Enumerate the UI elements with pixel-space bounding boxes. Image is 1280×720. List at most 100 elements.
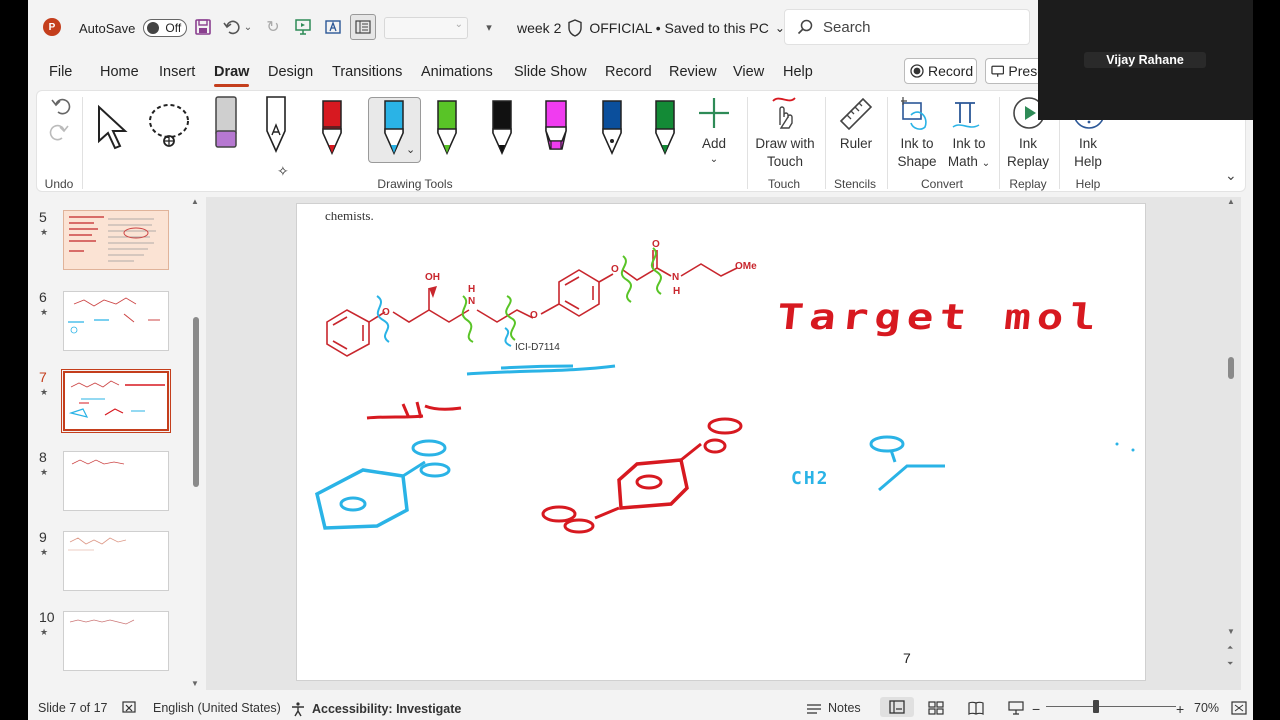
previous-slide-icon[interactable]: ⏶ xyxy=(1227,643,1233,653)
thumbnail-scrollbar[interactable]: ▲ ▼ xyxy=(191,197,201,690)
thumbnail-preview xyxy=(71,459,125,465)
select-arrow-icon xyxy=(98,104,128,150)
tab-animations[interactable]: Animations xyxy=(421,64,493,80)
tab-home[interactable]: Home xyxy=(100,64,139,80)
text-box-icon[interactable] xyxy=(322,16,344,38)
slide-thumbnail-9[interactable] xyxy=(63,531,169,591)
slide-show-button[interactable] xyxy=(1008,701,1024,715)
scroll-down-arrow-icon[interactable]: ▼ xyxy=(191,679,199,688)
tab-slide-show[interactable]: Slide Show xyxy=(514,64,587,80)
editor-scrollbar[interactable]: ▲ ▼ ⏶ ⏷ xyxy=(1226,197,1236,690)
font-size-combo[interactable]: ⌄ xyxy=(384,17,468,39)
next-slide-icon[interactable]: ⏷ xyxy=(1227,659,1233,669)
scroll-up-arrow-icon[interactable]: ▲ xyxy=(1227,197,1235,206)
slideshow-from-start-icon[interactable] xyxy=(292,16,314,38)
ruler-button[interactable] xyxy=(837,95,875,138)
slide-thumbnail-10[interactable] xyxy=(63,611,169,671)
fit-slide-icon[interactable] xyxy=(1231,701,1247,715)
scroll-down-arrow-icon[interactable]: ▼ xyxy=(1227,627,1235,636)
accessibility-button[interactable]: Accessibility: Investigate xyxy=(290,701,461,717)
slide-number: 6 xyxy=(39,289,47,305)
hand-drawn-ring xyxy=(617,458,689,510)
tab-view[interactable]: View xyxy=(733,64,764,80)
record-button[interactable]: Record xyxy=(904,58,977,84)
slide-thumbnail-7-selected[interactable] xyxy=(61,369,171,433)
hand-drawn-oxygen xyxy=(703,438,727,454)
tab-insert[interactable]: Insert xyxy=(159,64,195,80)
undo-icon[interactable] xyxy=(221,16,243,38)
zoom-out-icon[interactable]: − xyxy=(1032,701,1040,717)
zoom-slider[interactable] xyxy=(1046,706,1176,707)
touch-hand-icon xyxy=(772,97,796,129)
zoom-level[interactable]: 70% xyxy=(1194,701,1219,715)
customize-toolbar-icon[interactable]: ▾ xyxy=(478,16,500,38)
ink-to-shape-button[interactable] xyxy=(899,95,933,138)
ribbon-redo-icon xyxy=(49,124,69,141)
layout-icon[interactable] xyxy=(350,14,376,40)
undo-button[interactable] xyxy=(49,95,71,122)
slide-thumbnail-5[interactable] xyxy=(63,210,169,270)
language-indicator[interactable]: English (United States) xyxy=(153,701,281,715)
action-pen-tool[interactable] xyxy=(263,95,289,160)
slide-sorter-icon xyxy=(928,701,944,715)
slide-canvas[interactable]: chemists. OH O H N O O O N H OMe ICI-D71… xyxy=(296,203,1146,681)
tab-review[interactable]: Review xyxy=(669,64,717,80)
normal-view-button[interactable] xyxy=(880,697,914,717)
autosave-control[interactable]: AutoSave Off xyxy=(79,19,188,37)
ribbon-separator xyxy=(82,97,83,189)
zoom-in-icon[interactable]: + xyxy=(1176,701,1184,717)
pen-options-chevron-icon[interactable]: ⌄ xyxy=(406,143,415,156)
slide-page-number: 7 xyxy=(903,650,911,666)
highlighter-magenta-icon[interactable] xyxy=(543,99,569,155)
collapse-ribbon-chevron-icon[interactable]: ⌄ xyxy=(1225,167,1237,184)
pen-dark-blue-icon[interactable] xyxy=(599,99,625,155)
zoom-slider-thumb[interactable] xyxy=(1093,700,1099,713)
autosave-toggle[interactable]: Off xyxy=(143,19,188,37)
ink-to-math-button[interactable] xyxy=(949,95,983,138)
draw-with-touch-button[interactable] xyxy=(767,95,801,134)
animation-star-icon: ★ xyxy=(40,227,49,237)
pen-green-icon[interactable] xyxy=(434,99,460,155)
eraser-tool[interactable] xyxy=(213,95,239,156)
scroll-up-arrow-icon[interactable]: ▲ xyxy=(191,197,199,206)
pen-red-icon[interactable] xyxy=(319,99,345,155)
slide-thumbnail-pane[interactable]: 5 ★ 6 ★ 7 ★ 8 ★ 9 ★ 10 ★ 11 xyxy=(28,197,203,690)
search-box[interactable]: Search xyxy=(784,9,1030,45)
spelling-check-icon[interactable] xyxy=(122,701,138,715)
slide-thumbnail-6[interactable] xyxy=(63,291,169,351)
pen-light-blue-icon[interactable] xyxy=(381,99,407,155)
tab-help[interactable]: Help xyxy=(783,64,813,80)
tab-design[interactable]: Design xyxy=(268,64,313,80)
tab-transitions[interactable]: Transitions xyxy=(332,64,402,80)
atom-label-o: O xyxy=(382,307,390,318)
scroll-thumb[interactable] xyxy=(1228,357,1234,379)
tab-record[interactable]: Record xyxy=(605,64,652,80)
undo-dropdown-icon[interactable]: ⌄ xyxy=(242,16,254,38)
tab-file[interactable]: File xyxy=(49,64,72,80)
notes-button[interactable]: Notes xyxy=(806,701,861,715)
scroll-thumb[interactable] xyxy=(193,317,199,487)
save-icon[interactable] xyxy=(192,16,214,38)
ink-replay-label: Ink Replay xyxy=(1007,135,1049,171)
select-tool[interactable] xyxy=(95,103,131,156)
reading-view-button[interactable] xyxy=(968,701,984,715)
document-title[interactable]: week 2 OFFICIAL • Saved to this PC ⌄ xyxy=(517,19,785,37)
pen-dark-green-icon[interactable] xyxy=(652,99,678,155)
atom-label-ome: OMe xyxy=(735,261,757,272)
lasso-icon xyxy=(149,104,189,147)
autosave-state: Off xyxy=(165,21,182,35)
ribbon-separator xyxy=(999,97,1000,189)
slide-number-current: 7 xyxy=(39,369,47,385)
slide-sorter-button[interactable] xyxy=(928,701,944,715)
tab-draw[interactable]: Draw xyxy=(214,64,250,87)
thumbnail-preview xyxy=(68,380,165,418)
slide-thumbnail-8[interactable] xyxy=(63,451,169,511)
hand-drawn-oxygen xyxy=(869,435,905,453)
hand-drawn-bond xyxy=(889,449,897,463)
present-button[interactable]: Prese xyxy=(985,58,1045,84)
ink-help-label: Ink Help xyxy=(1074,135,1102,171)
add-pen-button[interactable] xyxy=(697,95,731,136)
ink-to-math-chevron-icon[interactable]: ⌄ xyxy=(982,158,990,169)
pencil-black-icon[interactable] xyxy=(489,99,515,155)
lasso-select-tool[interactable] xyxy=(147,101,193,154)
